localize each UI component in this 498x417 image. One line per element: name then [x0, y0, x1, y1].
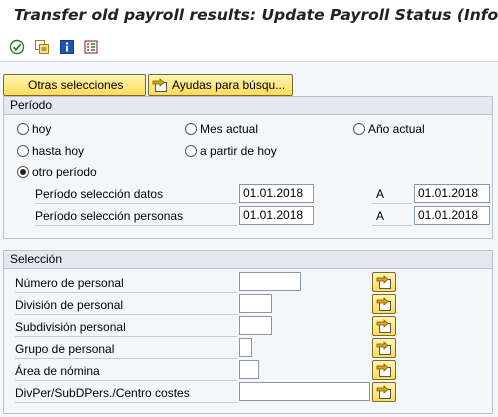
multiple-selection-button-personnel-subarea[interactable]	[372, 316, 396, 336]
multiple-selection-button-payroll-area[interactable]	[372, 360, 396, 380]
employee-group-label: Grupo de personal	[15, 339, 237, 359]
person-selection-to-label: A	[372, 206, 412, 226]
radio-current-month-label: Mes actual	[200, 122, 259, 136]
data-selection-from-field[interactable]: 01.01.2018	[239, 184, 314, 203]
period-heading: Período	[4, 97, 492, 115]
info-icon[interactable]	[59, 39, 75, 55]
personnel-area-field[interactable]	[239, 294, 272, 313]
data-selection-to-field[interactable]: 01.01.2018	[414, 184, 490, 203]
radio-other-period-circle	[17, 166, 29, 178]
radio-until-today-label: hasta hoy	[32, 144, 85, 158]
radio-from-today-label: a partir de hoy	[200, 144, 277, 158]
arrow-into-box-icon	[376, 341, 391, 355]
search-help-button[interactable]: Ayudas para búsqu...	[148, 74, 293, 96]
page-title: Transfer old payroll results: Update Pay…	[14, 6, 498, 24]
other-selections-label: Otras selecciones	[28, 78, 124, 92]
copy-variant-icon[interactable]	[34, 39, 50, 55]
employee-group-field[interactable]	[239, 338, 252, 357]
radio-current-month-circle	[185, 123, 197, 135]
multiple-selection-button-personnel-area[interactable]	[372, 294, 396, 314]
personnel-area-label: División de personal	[15, 295, 237, 315]
personnel-number-label: Número de personal	[15, 273, 237, 293]
personnel-subarea-field[interactable]	[239, 316, 272, 335]
arrow-into-box-icon	[376, 385, 391, 399]
radio-until-today-circle	[17, 145, 29, 157]
search-help-label: Ayudas para búsqu...	[172, 78, 286, 92]
arrow-into-box-icon	[152, 77, 168, 93]
radio-today-circle	[17, 123, 29, 135]
arrow-into-box-icon	[376, 297, 391, 311]
multiple-selection-button-employee-group[interactable]	[372, 338, 396, 358]
data-selection-period-label: Período selección datos	[35, 184, 237, 204]
multiple-selection-button-personnel-number[interactable]	[372, 272, 396, 292]
data-selection-to-label: A	[372, 184, 412, 204]
title-bar: Transfer old payroll results: Update Pay…	[0, 0, 498, 32]
radio-current-year-label: Año actual	[368, 122, 425, 136]
person-selection-from-field[interactable]: 01.01.2018	[239, 206, 314, 225]
arrow-into-box-icon	[376, 363, 391, 377]
person-selection-period-label: Período selección personas	[35, 206, 237, 226]
personnel-number-field[interactable]	[239, 272, 301, 291]
payroll-area-field[interactable]	[239, 360, 259, 379]
selection-heading: Selección	[4, 251, 492, 269]
radio-today-label: hoy	[32, 122, 52, 136]
radio-other-period-label: otro período	[32, 165, 97, 179]
person-selection-to-field[interactable]: 01.01.2018	[414, 206, 490, 225]
application-toolbar	[0, 32, 498, 62]
radio-from-today-circle	[185, 145, 197, 157]
variant-list-icon[interactable]	[83, 39, 99, 55]
personnel-subarea-label: Subdivisión personal	[15, 317, 237, 337]
execute-icon[interactable]	[9, 39, 25, 55]
radio-current-year-circle	[353, 123, 365, 135]
area-subarea-costcenter-label: DivPer/SubDPers./Centro costes	[15, 383, 237, 403]
other-selections-button[interactable]: Otras selecciones	[3, 74, 146, 96]
multiple-selection-button-area-subarea-costcenter[interactable]	[372, 382, 396, 402]
area-subarea-costcenter-field[interactable]	[239, 382, 370, 401]
arrow-into-box-icon	[376, 275, 391, 289]
arrow-into-box-icon	[376, 319, 391, 333]
payroll-area-label: Área de nómina	[15, 361, 237, 381]
